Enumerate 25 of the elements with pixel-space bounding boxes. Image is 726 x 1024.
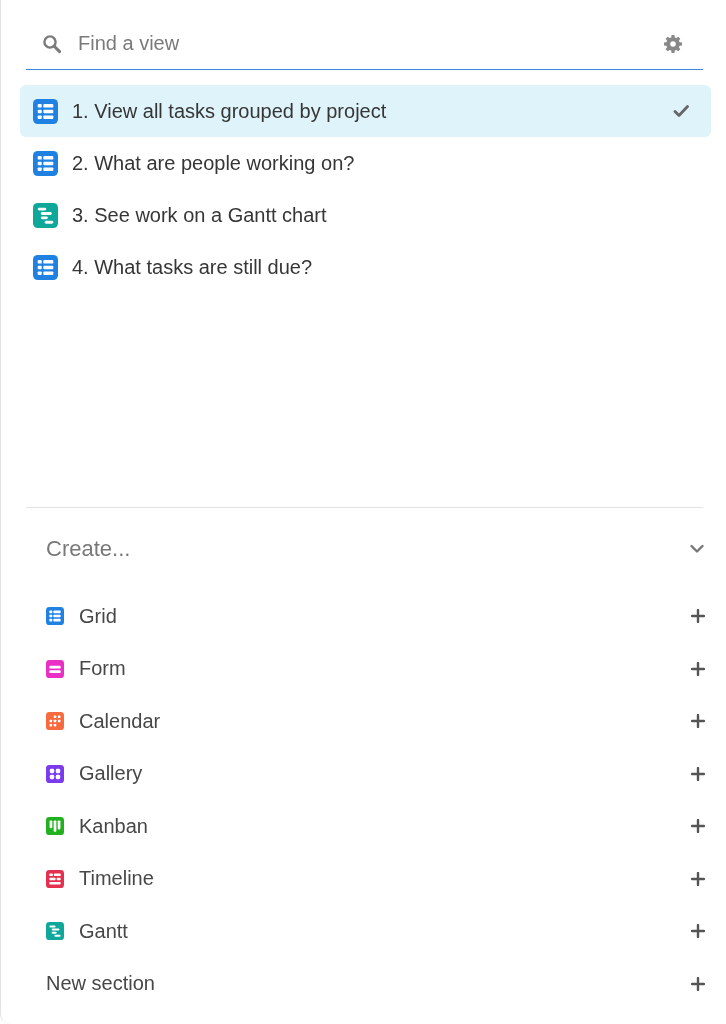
create-view-item[interactable]: Gallery [46,747,705,800]
create-view-item[interactable]: Timeline [46,852,705,905]
plus-icon [691,609,705,624]
plus-icon [691,871,705,886]
create-view-item[interactable]: Grid [46,590,705,643]
settings-icon[interactable] [663,33,683,54]
view-list-item[interactable]: 3. See work on a Gantt chart [20,189,711,241]
create-view-item[interactable]: Calendar [46,695,705,748]
plus-icon [691,661,705,676]
plus-icon [691,766,705,781]
search-icon [42,33,62,54]
plus-icon [691,976,705,991]
view-list-item[interactable]: 4. What tasks are still due? [20,241,711,293]
plus-icon [691,819,705,834]
plus-icon [691,714,705,729]
view-list-item[interactable]: 2. What are people working on? [20,137,711,189]
create-view-item[interactable]: New section [46,957,705,1010]
create-view-item[interactable]: Form [46,642,705,695]
create-view-item[interactable]: Gantt [46,905,705,958]
plus-icon [691,924,705,939]
search-field[interactable]: Find a view [78,30,653,57]
create-section-header[interactable]: Create... [46,523,705,575]
view-list-item[interactable]: 1. View all tasks grouped by project [20,85,711,137]
create-view-item[interactable]: Kanban [46,800,705,853]
check-icon [673,104,689,118]
